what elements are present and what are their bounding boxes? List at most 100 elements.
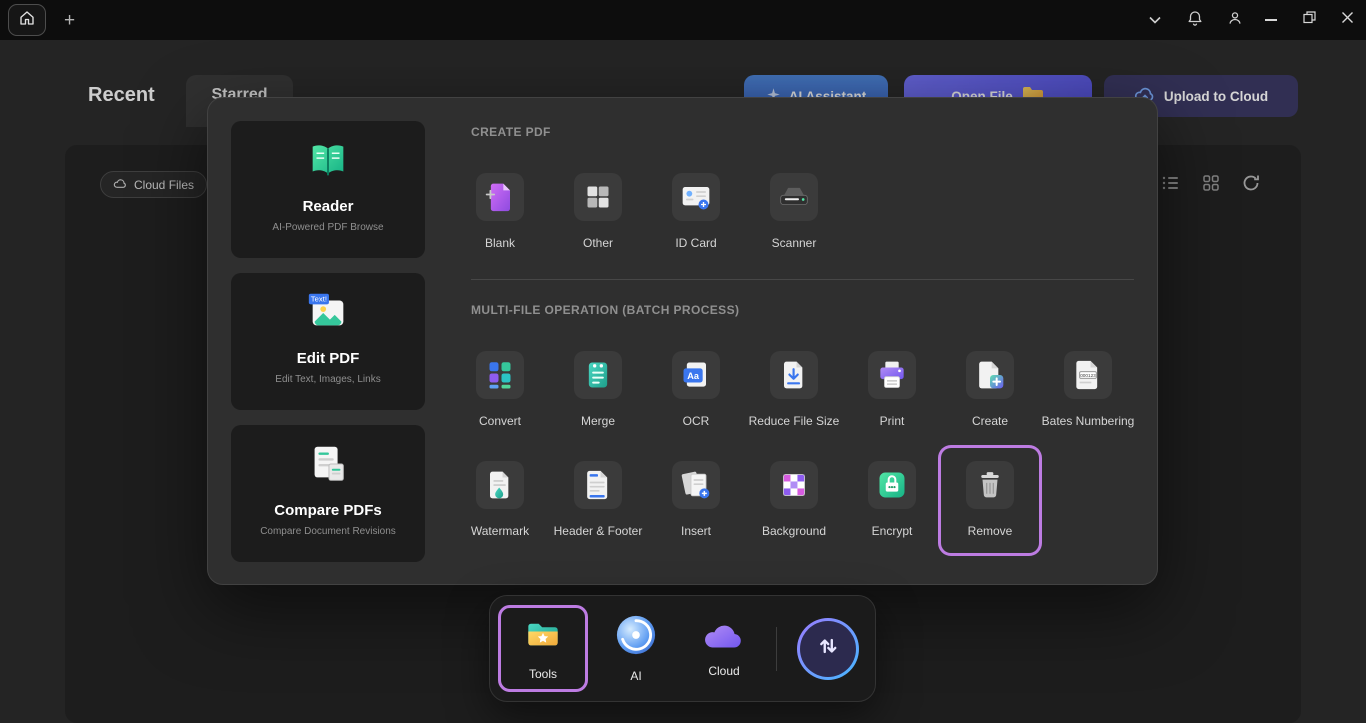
card-compare-pdfs[interactable]: Compare PDFs Compare Document Revisions [231,425,425,562]
tool-item-label: Bates Numbering [1042,414,1135,428]
tool-item-label: Blank [485,236,515,250]
ai-swirl-icon [615,614,657,661]
background-icon [770,461,818,509]
titlebar-right [1138,0,1366,40]
tool-item-background[interactable]: Background [745,448,843,553]
batch-row-2: Watermark Header & Footer Insert Backgro… [451,448,1039,553]
card-subtitle: Compare Document Revisions [260,526,396,537]
tool-item-remove[interactable]: Remove [941,448,1039,553]
restore-button[interactable] [1290,0,1328,40]
tool-item-convert[interactable]: Convert [451,338,549,443]
tool-item-merge[interactable]: Merge [549,338,647,443]
remove-trash-icon [966,461,1014,509]
tool-item-label: Print [880,414,905,428]
tool-item-encrypt[interactable]: Encrypt [843,448,941,553]
tool-item-label: Convert [479,414,521,428]
restore-icon [1303,11,1316,29]
notifications-button[interactable] [1178,0,1212,40]
tool-item-blank[interactable]: Blank [451,160,549,265]
tool-item-label: Reduce File Size [749,414,840,428]
tool-item-ocr[interactable]: Aa OCR [647,338,745,443]
person-icon [1226,9,1244,32]
edit-pdf-icon: Text! [305,289,351,340]
other-windows-icon [574,173,622,221]
minimize-icon [1265,19,1277,21]
cloud-dock-icon [701,619,747,656]
tool-item-label: OCR [683,414,710,428]
card-subtitle: AI-Powered PDF Browse [272,222,383,233]
dock-item-label: Tools [529,667,557,681]
home-icon [18,9,36,32]
print-icon [868,351,916,399]
tool-item-label: Header & Footer [554,524,643,538]
card-reader[interactable]: Reader AI-Powered PDF Browse [231,121,425,258]
close-icon [1341,11,1354,29]
account-button[interactable] [1218,0,1252,40]
chevron-down-icon [1149,11,1161,29]
ocr-icon: Aa [672,351,720,399]
tool-item-label: Insert [681,524,711,538]
card-subtitle: Edit Text, Images, Links [275,374,380,385]
tool-item-insert[interactable]: Insert [647,448,745,553]
tool-item-label: Merge [581,414,615,428]
merge-icon [574,351,622,399]
tool-item-label: Remove [968,524,1013,538]
tool-item-other[interactable]: Other [549,160,647,265]
dock-item-cloud[interactable]: Cloud [692,605,756,692]
tool-item-label: Scanner [772,236,817,250]
tools-folder-icon [524,616,562,659]
tool-item-label: Watermark [471,524,529,538]
transfer-circle-button[interactable] [797,618,859,680]
card-edit-pdf[interactable]: Text! Edit PDF Edit Text, Images, Links [231,273,425,410]
section-divider [471,279,1134,280]
tool-item-id-card[interactable]: ID Card [647,160,745,265]
batch-row-1: Convert Merge Aa OCR Reduce File Size Pr… [451,338,1137,443]
dock-item-label: AI [630,669,641,683]
tool-item-label: ID Card [675,236,716,250]
tool-item-label: Other [583,236,613,250]
insert-icon [672,461,720,509]
minimize-button[interactable] [1252,0,1290,40]
svg-text:Text!: Text! [311,295,327,304]
tool-item-print[interactable]: Print [843,338,941,443]
home-button[interactable] [8,4,46,36]
create-pdf-row: Blank Other ID Card Scanner [451,160,843,265]
titlebar: + [0,0,1366,40]
dock-item-ai[interactable]: AI [604,605,668,692]
tool-item-create[interactable]: Create [941,338,1039,443]
dropdown-chevron-button[interactable] [1138,0,1172,40]
blank-file-icon [476,173,524,221]
dock-item-label: Cloud [708,664,739,678]
tool-item-header-footer[interactable]: Header & Footer [549,448,647,553]
convert-icon [476,351,524,399]
tool-item-bates-numbering[interactable]: 000123 Bates Numbering [1039,338,1137,443]
tool-item-label: Create [972,414,1008,428]
header-footer-icon [574,461,622,509]
reduce-file-size-icon [770,351,818,399]
tool-item-label: Encrypt [872,524,913,538]
card-title: Reader [303,198,354,215]
tools-popup: Reader AI-Powered PDF Browse Text! Edit … [207,97,1158,585]
encrypt-icon [868,461,916,509]
batch-section-title: MULTI-FILE OPERATION (BATCH PROCESS) [471,303,739,317]
compare-pdfs-icon [305,441,351,492]
dock-divider [776,627,777,671]
new-tab-button[interactable]: + [64,11,75,30]
create-pdf-section-title: CREATE PDF [471,125,551,139]
reader-icon [305,137,351,188]
tool-item-watermark[interactable]: Watermark [451,448,549,553]
dock-item-tools[interactable]: Tools [498,605,588,692]
bell-icon [1186,9,1204,32]
card-title: Compare PDFs [274,502,382,519]
card-title: Edit PDF [297,350,360,367]
close-button[interactable] [1328,0,1366,40]
bottom-dock: Tools AI Cloud [489,595,876,702]
watermark-icon [476,461,524,509]
svg-text:000123: 000123 [1080,373,1096,378]
transfer-arrows-icon [815,633,841,664]
tool-item-reduce-file-size[interactable]: Reduce File Size [745,338,843,443]
tool-item-label: Background [762,524,826,538]
svg-text:Aa: Aa [687,371,700,381]
create-icon [966,351,1014,399]
tool-item-scanner[interactable]: Scanner [745,160,843,265]
